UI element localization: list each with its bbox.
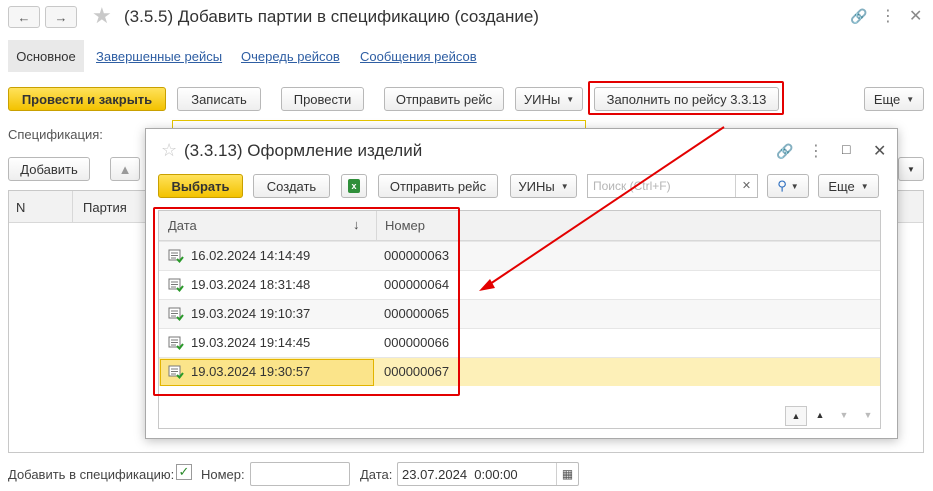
scroll-top-icon[interactable]: ▲ xyxy=(785,406,807,426)
tab-main[interactable]: Основное xyxy=(8,40,84,72)
excel-icon: x xyxy=(348,179,360,193)
tab-trip-queue[interactable]: Очередь рейсов xyxy=(241,49,340,64)
star-icon[interactable]: ★ xyxy=(92,3,112,29)
link-icon[interactable]: 🔗 xyxy=(850,8,867,25)
star-icon[interactable]: ☆ xyxy=(161,140,177,161)
spec-label: Спецификация: xyxy=(8,127,103,142)
scroll-bottom-icon[interactable]: ▼ xyxy=(857,406,879,426)
create-button[interactable]: Создать xyxy=(253,174,330,198)
more-button[interactable]: Еще ▼ xyxy=(818,174,879,198)
date-value: 23.07.2024 0:00:00 xyxy=(402,467,518,482)
back-button[interactable]: ← xyxy=(8,6,40,28)
forward-button[interactable]: → xyxy=(45,6,77,28)
page-title: (3.5.5) Добавить партии в спецификацию (… xyxy=(124,7,539,26)
close-icon[interactable]: ✕ xyxy=(909,6,922,26)
col-batch-header[interactable]: Партия xyxy=(83,200,127,215)
tab-trip-messages[interactable]: Сообщения рейсов xyxy=(360,49,477,64)
fill-button-highlight xyxy=(588,81,784,115)
more-label: Еще xyxy=(828,178,855,194)
calendar-icon[interactable]: ▦ xyxy=(556,463,578,485)
more-icon[interactable]: ⋮ xyxy=(808,141,824,161)
arrow-right-icon: → xyxy=(54,9,68,25)
search-input[interactable]: Поиск (Ctrl+F) ✕ xyxy=(587,174,758,198)
search-placeholder: Поиск (Ctrl+F) xyxy=(593,179,671,193)
search-icon: ⚲ xyxy=(777,178,787,193)
add-to-spec-label: Добавить в спецификацию: xyxy=(8,467,175,482)
scroll-down-icon[interactable]: ▼ xyxy=(833,406,855,426)
post-button[interactable]: Провести xyxy=(281,87,364,111)
tab-completed-trips[interactable]: Завершенные рейсы xyxy=(96,49,222,64)
rows-highlight xyxy=(153,207,460,396)
send-trip-button[interactable]: Отправить рейс xyxy=(378,174,498,198)
chevron-down-icon: ▼ xyxy=(860,181,869,191)
more-button[interactable]: Еще ▼ xyxy=(864,87,924,111)
dialog-title: (3.3.13) Оформление изделий xyxy=(184,141,423,160)
send-trip-button[interactable]: Отправить рейс xyxy=(384,87,504,111)
post-and-close-button[interactable]: Провести и закрыть xyxy=(8,87,166,111)
col-n-header[interactable]: N xyxy=(16,200,25,215)
more-button-spec-partial[interactable]: ▼ xyxy=(898,157,924,181)
arrow-left-icon: ← xyxy=(17,9,31,25)
chevron-down-icon: ▼ xyxy=(790,181,799,191)
clear-icon[interactable]: ✕ xyxy=(735,175,757,197)
chevron-down-icon: ▼ xyxy=(906,94,915,104)
col-divider xyxy=(72,191,73,223)
search-button[interactable]: ⚲ ▼ xyxy=(767,174,809,198)
excel-button[interactable]: x xyxy=(341,174,367,198)
number-field[interactable] xyxy=(250,462,350,486)
chevron-down-icon: ▼ xyxy=(907,164,915,174)
products-dialog: ☆ (3.3.13) Оформление изделий 🔗 ⋮ □ ✕ Вы… xyxy=(145,128,898,439)
link-icon[interactable]: 🔗 xyxy=(776,143,793,160)
scroll-buttons: ▲ ▲ ▼ ▼ xyxy=(783,406,879,428)
add-to-spec-checkbox[interactable]: ✓ xyxy=(176,464,192,480)
save-button[interactable]: Записать xyxy=(177,87,261,111)
uins-label: УИНы xyxy=(523,91,561,107)
close-icon[interactable]: ✕ xyxy=(873,141,886,161)
number-label: Номер: xyxy=(201,467,245,482)
add-button[interactable]: Добавить xyxy=(8,157,90,181)
uins-label: УИНы xyxy=(518,178,555,194)
uins-button[interactable]: УИНы ▼ xyxy=(515,87,583,111)
arrow-up-icon: ▲ xyxy=(118,161,132,177)
more-label: Еще xyxy=(873,91,901,107)
scroll-up-icon[interactable]: ▲ xyxy=(809,406,831,426)
more-icon[interactable]: ⋮ xyxy=(880,6,896,26)
check-icon: ✓ xyxy=(178,464,190,479)
date-field[interactable]: 23.07.2024 0:00:00 ▦ xyxy=(397,462,579,486)
chevron-down-icon: ▼ xyxy=(560,181,569,191)
maximize-icon[interactable]: □ xyxy=(842,141,850,157)
chevron-down-icon: ▼ xyxy=(566,94,575,104)
select-button[interactable]: Выбрать xyxy=(158,174,243,198)
date-label: Дата: xyxy=(360,467,393,482)
move-up-button[interactable]: ▲ xyxy=(110,157,140,181)
uins-button[interactable]: УИНы ▼ xyxy=(510,174,577,198)
